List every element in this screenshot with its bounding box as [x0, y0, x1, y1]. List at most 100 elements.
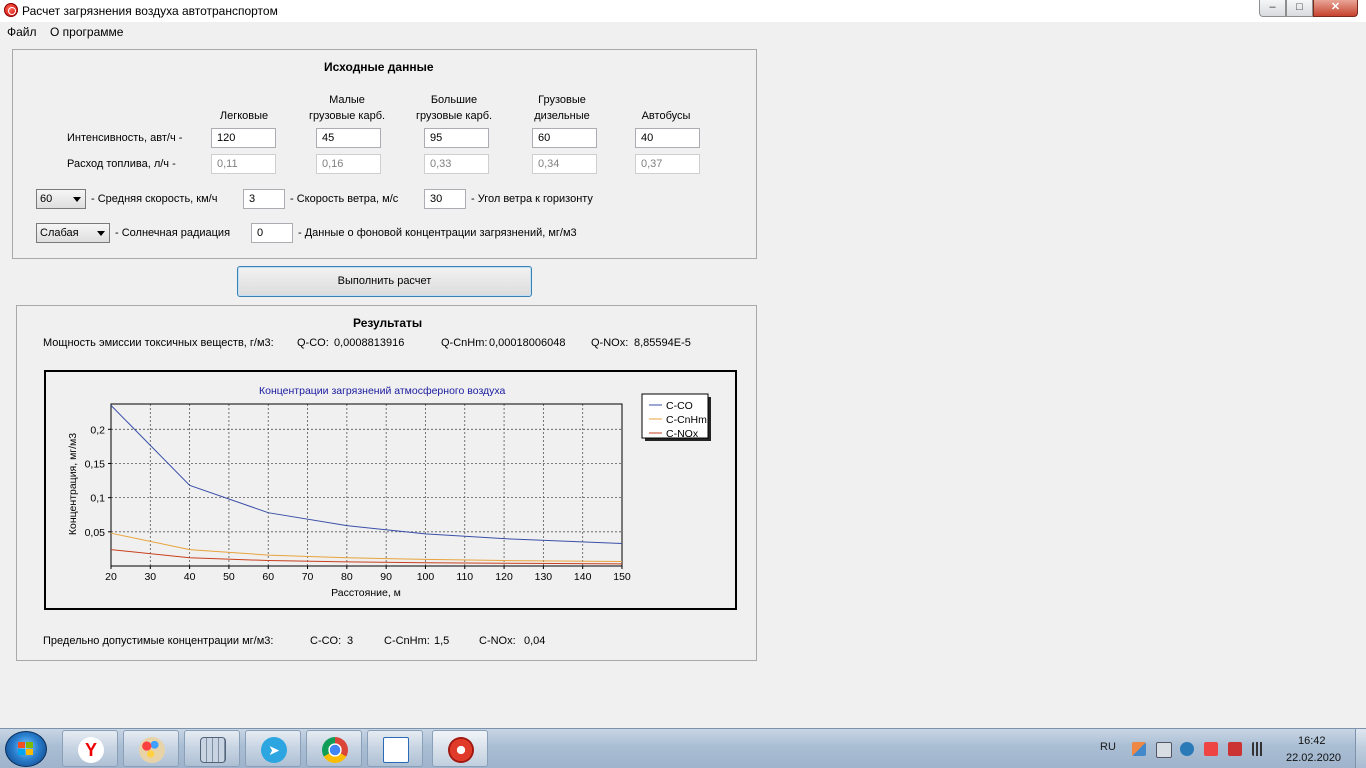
- fuel-large-trucks-field: 0,33: [424, 154, 489, 174]
- taskbar-yandex-browser[interactable]: Y: [62, 730, 118, 767]
- column-header-diesel-trucks: Грузовые дизельные: [507, 92, 617, 124]
- column-header-buses: Автобусы: [611, 92, 721, 124]
- taskbar-current-app[interactable]: [432, 730, 488, 767]
- column-header-line1: [189, 92, 299, 108]
- windows-logo-icon: [18, 742, 34, 756]
- fuel-diesel-trucks-field: 0,34: [532, 154, 597, 174]
- volume-icon[interactable]: [1156, 742, 1172, 758]
- speed-label: - Средняя скорость, км/ч: [91, 193, 218, 205]
- intensity-cars-field[interactable]: 120: [211, 128, 276, 148]
- wind-speed-label: - Скорость ветра, м/с: [290, 193, 399, 205]
- y-tick-label: 0,1: [90, 493, 105, 505]
- chart-legend: C-CO C-CnHm C-NOx: [641, 393, 711, 441]
- title-bar: Расчет загрязнения воздуха автотранспорт…: [0, 0, 1366, 22]
- x-tick-label: 150: [613, 571, 631, 583]
- clock-time[interactable]: 16:42: [1298, 735, 1326, 747]
- column-header-line2: грузовые карб.: [308, 110, 386, 122]
- x-tick-label: 90: [380, 571, 392, 583]
- calculate-button[interactable]: Выполнить расчет: [237, 266, 532, 297]
- signal-bars-icon[interactable]: [1252, 742, 1266, 756]
- menu-about[interactable]: О программе: [50, 25, 123, 39]
- c-co-label: C-CO:: [310, 635, 342, 647]
- wind-angle-field[interactable]: 30: [424, 189, 466, 209]
- intensity-small-trucks-field[interactable]: 45: [316, 128, 381, 148]
- clock-date[interactable]: 22.02.2020: [1286, 752, 1341, 764]
- network-globe-icon[interactable]: [1180, 742, 1194, 756]
- q-co-value: 0,0008813916: [334, 337, 405, 349]
- column-header-line2: Автобусы: [641, 110, 691, 122]
- fuel-buses-field: 0,37: [635, 154, 700, 174]
- chevron-down-icon: [73, 197, 81, 202]
- x-tick-label: 60: [262, 571, 274, 583]
- paint-palette-icon: [139, 737, 165, 763]
- fuel-label: Расход топлива, л/ч -: [67, 158, 176, 170]
- taskbar-calculator[interactable]: [184, 730, 240, 767]
- x-tick-label: 110: [456, 571, 473, 583]
- intensity-diesel-trucks-field[interactable]: 60: [532, 128, 597, 148]
- y-tick-label: 0,15: [85, 458, 106, 470]
- plot-area: [110, 403, 623, 567]
- background-concentration-label: - Данные о фоновой концентрации загрязне…: [298, 227, 577, 239]
- legend-label: C-CnHm: [666, 414, 707, 426]
- speed-select-value: 60: [40, 193, 53, 205]
- telegram-icon: ➤: [261, 737, 287, 763]
- c-cnhm-label: C-CnHm:: [384, 635, 430, 647]
- tray-app-icon[interactable]: [1132, 742, 1146, 756]
- x-tick-label: 40: [184, 571, 196, 583]
- y-axis-label: Концентрация, мг/м3: [67, 433, 79, 535]
- c-nox-label: C-NOx:: [479, 635, 516, 647]
- c-nox-value: 0,04: [524, 635, 546, 647]
- y-tick-label: 0,2: [90, 424, 105, 436]
- chevron-down-icon: [97, 231, 105, 236]
- x-tick-label: 130: [535, 571, 553, 583]
- radiation-select-value: Слабая: [40, 227, 79, 239]
- column-header-small-trucks: Малые грузовые карб.: [292, 92, 402, 124]
- q-nox-label: Q-NOx:: [591, 337, 629, 349]
- show-desktop-button[interactable]: [1355, 729, 1366, 768]
- q-cnhm-label: Q-CnHm:: [441, 337, 488, 349]
- column-header-line2: Легковые: [219, 110, 269, 122]
- taskbar-chrome[interactable]: [306, 730, 362, 767]
- q-nox-value: 8,85594E-5: [634, 337, 691, 349]
- legend-label: C-CO: [666, 400, 693, 412]
- language-indicator[interactable]: RU: [1100, 741, 1116, 753]
- speed-select[interactable]: 60: [36, 189, 86, 209]
- maximize-button[interactable]: □: [1286, 0, 1313, 17]
- wind-speed-field[interactable]: 3: [243, 189, 285, 209]
- background-concentration-field[interactable]: 0: [251, 223, 293, 243]
- taskbar-paint[interactable]: [123, 730, 179, 767]
- wind-angle-label: - Угол ветра к горизонту: [471, 193, 593, 205]
- document-icon: [383, 737, 409, 763]
- flag-alert-icon[interactable]: [1204, 742, 1218, 756]
- x-tick-label: 70: [302, 571, 314, 583]
- x-tick-label: 50: [223, 571, 235, 583]
- x-tick-label: 20: [105, 571, 117, 583]
- intensity-large-trucks-field[interactable]: 95: [424, 128, 489, 148]
- minimize-button[interactable]: –: [1259, 0, 1286, 17]
- intensity-buses-field[interactable]: 40: [635, 128, 700, 148]
- c-co-value: 3: [347, 635, 354, 647]
- close-button[interactable]: ✕: [1313, 0, 1358, 17]
- menu-bar: Файл О программе: [0, 22, 1366, 40]
- q-cnhm-value: 0,00018006048: [489, 337, 566, 349]
- input-panel-title: Исходные данные: [324, 60, 434, 74]
- c-cnhm-value: 1,5: [434, 635, 450, 647]
- taskbar-telegram[interactable]: ➤: [245, 730, 301, 767]
- column-header-line1: Грузовые: [538, 94, 586, 106]
- app-icon: [448, 737, 474, 763]
- menu-file[interactable]: Файл: [7, 25, 37, 39]
- security-icon[interactable]: [1228, 742, 1242, 756]
- radiation-select[interactable]: Слабая: [36, 223, 110, 243]
- column-header-line1: Большие: [430, 94, 478, 106]
- concentration-chart: Концентрации загрязнений атмосферного во…: [44, 370, 737, 610]
- radiation-label: - Солнечная радиация: [115, 227, 231, 239]
- legend-label: C-NOx: [666, 428, 699, 440]
- column-header-large-trucks: Большие грузовые карб.: [399, 92, 509, 124]
- column-header-line2: грузовые карб.: [415, 110, 493, 122]
- fuel-small-trucks-field: 0,16: [316, 154, 381, 174]
- taskbar-writer[interactable]: [367, 730, 423, 767]
- window-title: Расчет загрязнения воздуха автотранспорт…: [22, 4, 278, 18]
- chart-canvas: Концентрации загрязнений атмосферного во…: [67, 385, 711, 599]
- start-button[interactable]: [5, 731, 47, 767]
- column-header-line1: [611, 92, 721, 108]
